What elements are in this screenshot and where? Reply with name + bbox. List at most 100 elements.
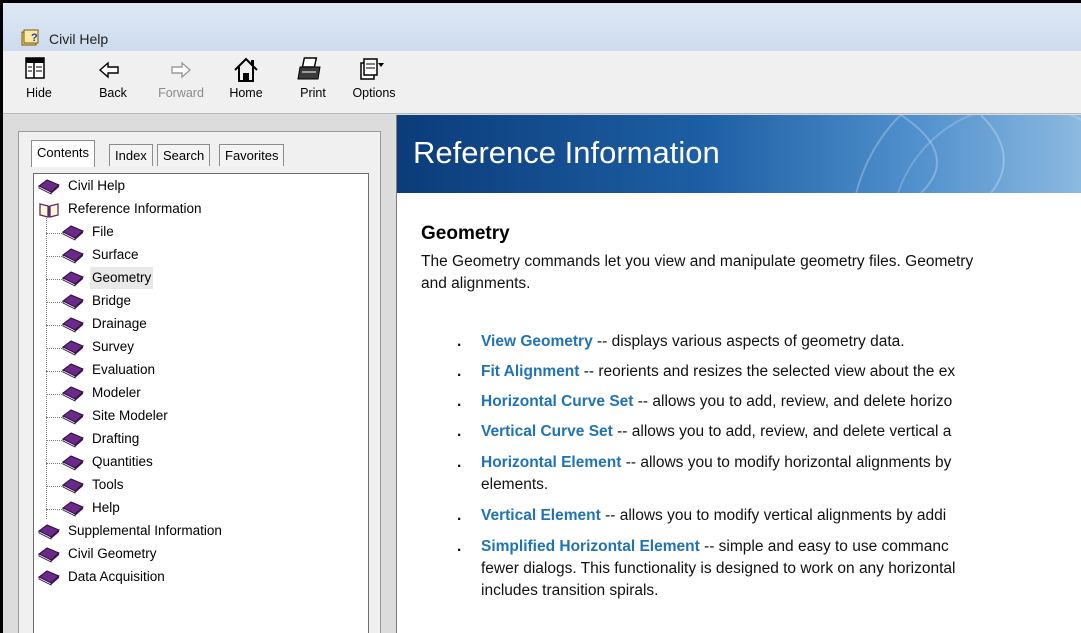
bullet: . bbox=[457, 538, 462, 555]
tree-item-label: Quantities bbox=[92, 454, 153, 469]
hide-button[interactable]: Hide bbox=[21, 55, 57, 109]
options-button[interactable]: Options bbox=[348, 55, 400, 109]
tab-favorites[interactable]: Favorites bbox=[219, 144, 285, 166]
tree-item-label: Reference Information bbox=[68, 201, 202, 216]
bullet: . bbox=[457, 393, 462, 410]
options-label: Options bbox=[352, 86, 396, 100]
command-link[interactable]: Horizontal Curve Set bbox=[481, 393, 633, 410]
tab-search[interactable]: Search bbox=[157, 144, 211, 166]
window-title: Civil Help bbox=[49, 31, 109, 47]
back-button[interactable]: Back bbox=[95, 55, 131, 109]
bullet: . bbox=[457, 454, 462, 471]
home-label: Home bbox=[229, 86, 263, 100]
bullet: . bbox=[457, 423, 462, 440]
topic-content: Geometry The Geometry commands let you v… bbox=[421, 223, 1081, 599]
closed-book-icon bbox=[62, 317, 84, 333]
banner-title: Reference Information bbox=[413, 135, 720, 170]
back-arrow-icon bbox=[98, 61, 119, 79]
tree-item-label: Civil Help bbox=[68, 178, 126, 193]
tree-item-label: Modeler bbox=[92, 385, 141, 400]
command-item: . Horizontal Curve Set -- allows you to a… bbox=[457, 391, 953, 413]
nav-tabs: Contents Index Search Favorites bbox=[23, 138, 373, 167]
tree-guide-line bbox=[46, 218, 47, 519]
closed-book-icon bbox=[62, 455, 84, 471]
command-link[interactable]: Vertical Curve Set bbox=[481, 423, 613, 440]
command-description: -- allows you to modify vertical alignme… bbox=[600, 507, 947, 524]
home-button[interactable]: Home bbox=[225, 55, 267, 109]
command-description-continued: fewer dialogs. This functionality is des… bbox=[481, 560, 956, 577]
back-label: Back bbox=[99, 86, 127, 100]
intro-text: The Geometry commands let you view and m… bbox=[421, 253, 974, 270]
tree-guide-line bbox=[46, 371, 62, 372]
hide-label: Hide bbox=[26, 86, 52, 100]
tree-item-label: Civil Geometry bbox=[68, 546, 157, 561]
topic-pane: Reference Information Geometry The Geome… bbox=[396, 115, 1081, 633]
command-item: . Horizontal Element -- allows you to mod… bbox=[457, 452, 952, 496]
command-link[interactable]: Vertical Element bbox=[481, 507, 601, 524]
closed-book-icon bbox=[62, 248, 84, 264]
command-description: -- allows you to add, review, and delete… bbox=[633, 393, 953, 410]
tree-item-label: Survey bbox=[92, 339, 135, 354]
closed-book-icon bbox=[38, 547, 60, 563]
closed-book-icon bbox=[62, 501, 84, 517]
tab-index[interactable]: Index bbox=[109, 144, 153, 166]
tree-item-label: Evaluation bbox=[92, 362, 156, 377]
closed-book-icon bbox=[62, 340, 84, 356]
print-button[interactable]: Print bbox=[296, 55, 330, 109]
closed-book-icon bbox=[62, 294, 84, 310]
navigation-pane: Contents Index Search Favorites Civil He… bbox=[18, 131, 381, 633]
open-book-icon bbox=[39, 203, 59, 218]
tree-guide-line bbox=[46, 233, 62, 234]
intro-text-continued: and alignments. bbox=[421, 275, 531, 292]
command-link[interactable]: Simplified Horizontal Element bbox=[481, 538, 700, 555]
tree-guide-line bbox=[46, 463, 62, 464]
tree-item-label: Supplemental Information bbox=[68, 523, 222, 538]
command-description: -- displays various aspects of geometry … bbox=[592, 333, 905, 350]
command-description: -- allows you to add, review, and delete… bbox=[612, 423, 952, 440]
tab-index-label: Index bbox=[115, 148, 147, 163]
bullet: . bbox=[457, 507, 462, 524]
command-link[interactable]: View Geometry bbox=[481, 333, 593, 350]
tree-guide-line bbox=[46, 394, 62, 395]
command-description: -- reorients and resizes the selected vi… bbox=[579, 363, 956, 380]
tree-item-label: Site Modeler bbox=[92, 408, 168, 423]
closed-book-icon bbox=[38, 524, 60, 540]
svg-text:?: ? bbox=[31, 32, 38, 44]
tree-item-label: Tools bbox=[92, 477, 124, 492]
command-item: . Simplified Horizontal Element -- simple… bbox=[457, 536, 956, 602]
contents-tree[interactable]: Civil Help Reference Information File Surfa… bbox=[33, 173, 369, 633]
command-link[interactable]: Horizontal Element bbox=[481, 454, 621, 471]
forward-button[interactable]: Forward bbox=[153, 55, 209, 109]
tab-contents[interactable]: Contents bbox=[31, 140, 96, 167]
tree-guide-line bbox=[46, 325, 62, 326]
tree-item-label: Drafting bbox=[92, 431, 140, 446]
command-description: -- simple and easy to use commanc bbox=[699, 538, 949, 555]
closed-book-icon bbox=[62, 363, 84, 379]
closed-book-icon bbox=[62, 409, 84, 425]
tree-item-label: Bridge bbox=[92, 293, 132, 308]
title-bar: ? Civil Help bbox=[3, 3, 1081, 51]
tree-item-label: Surface bbox=[92, 247, 139, 262]
command-description: -- allows you to modify horizontal align… bbox=[621, 454, 952, 471]
command-description-continued: elements. bbox=[481, 476, 549, 493]
command-link[interactable]: Fit Alignment bbox=[481, 363, 579, 380]
closed-book-icon bbox=[62, 432, 84, 448]
command-item: . Fit Alignment -- reorients and resizes … bbox=[457, 361, 956, 383]
closed-book-icon bbox=[38, 570, 60, 586]
print-label: Print bbox=[300, 86, 326, 100]
tree-guide-line bbox=[46, 279, 62, 280]
tree-item-label: Drainage bbox=[92, 316, 147, 331]
tree-guide-line bbox=[46, 509, 62, 510]
closed-book-icon bbox=[38, 179, 60, 195]
options-icon bbox=[360, 58, 384, 80]
tree-item-label: Help bbox=[92, 500, 120, 515]
tree-guide-line bbox=[46, 348, 62, 349]
command-item: . Vertical Element -- allows you to modif… bbox=[457, 505, 947, 527]
command-item: . View Geometry -- displays various aspec… bbox=[457, 331, 905, 353]
tree-guide-line bbox=[46, 302, 62, 303]
topic-banner: Reference Information bbox=[397, 115, 1081, 193]
toolbar: Hide Back Forward Home Print Options bbox=[3, 51, 1081, 114]
tree-guide-line bbox=[46, 486, 62, 487]
bullet: . bbox=[457, 363, 462, 380]
hide-pane-icon bbox=[25, 57, 45, 79]
